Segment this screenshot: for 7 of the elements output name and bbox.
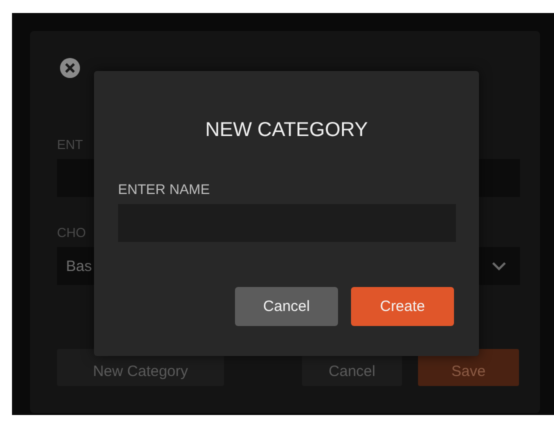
dialog-button[interactable]: Create [351,287,454,326]
close-icon[interactable] [60,58,80,78]
dialog-title: NEW CATEGORY [204,119,369,142]
select-value: Bas [66,258,92,274]
dialog-button[interactable]: Cancel [235,287,338,326]
field-label: ENTER NAME [118,181,211,197]
chevron-down-icon [492,262,506,270]
